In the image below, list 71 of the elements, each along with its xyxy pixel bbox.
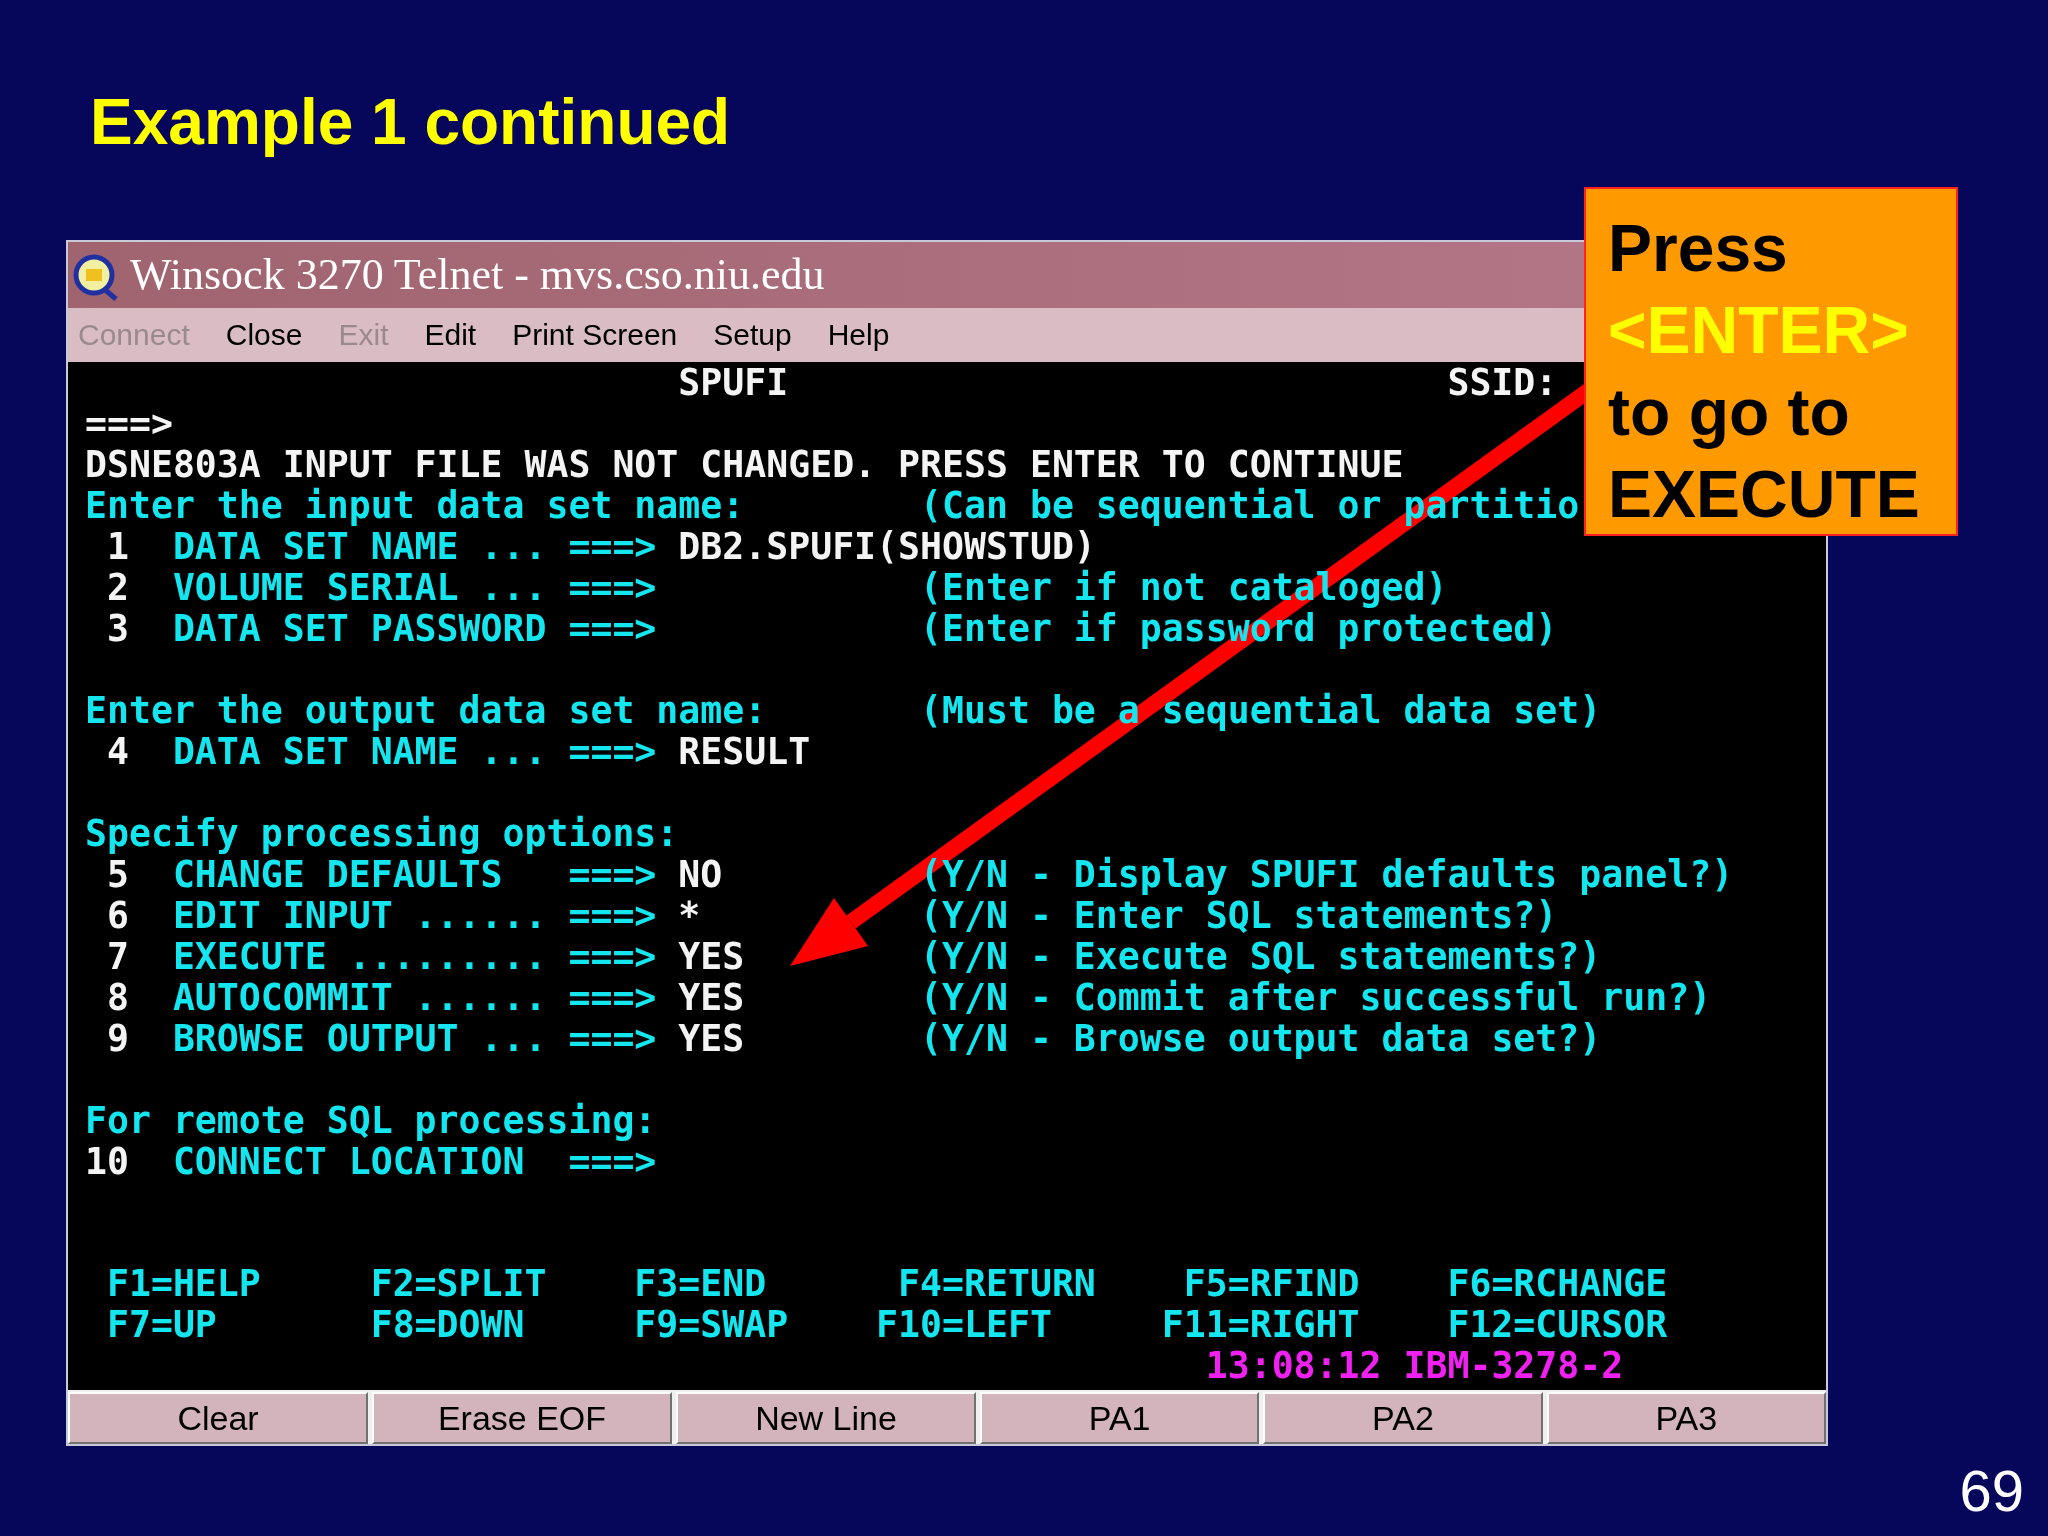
screen-text: 1 xyxy=(106,526,129,567)
field-label: DATA SET NAME ... ===> xyxy=(172,526,657,567)
screen-text: 7 xyxy=(106,936,129,977)
callout-text: EXECUTE xyxy=(1608,456,1921,533)
window-title: Winsock 3270 Telnet - mvs.cso.niu.edu xyxy=(130,250,825,300)
field-label: F10=LEFT xyxy=(876,1304,1052,1345)
key-button[interactable]: PA1 xyxy=(980,1392,1260,1444)
field-label: Enter the input data set name: xyxy=(85,485,745,526)
field-label: F11=RIGHT xyxy=(1161,1304,1360,1345)
field-label: AUTOCOMMIT ...... ===> xyxy=(172,977,657,1018)
screen-text: ===> xyxy=(85,403,173,444)
field-label: (Y/N - Commit after successful run?) xyxy=(920,977,1712,1018)
screen-text: 4 xyxy=(106,731,129,772)
menu-item[interactable]: Edit xyxy=(424,318,477,352)
menu-item[interactable]: Help xyxy=(827,318,890,352)
field-label: F5=RFIND xyxy=(1183,1263,1360,1304)
field-label: Enter the output data set name: xyxy=(85,690,767,731)
field-label: CONNECT LOCATION ===> xyxy=(172,1141,657,1182)
screen-text: 10 xyxy=(85,1141,129,1182)
key-button[interactable]: PA3 xyxy=(1546,1392,1826,1444)
screen-text: RESULT xyxy=(678,731,811,772)
key-button[interactable]: Clear xyxy=(68,1392,368,1444)
field-label: F2=SPLIT xyxy=(370,1263,547,1304)
screen-text: 6 xyxy=(106,895,129,936)
field-label: CHANGE DEFAULTS ===> xyxy=(172,854,657,895)
field-label: F7=UP xyxy=(106,1304,217,1345)
menu-item[interactable]: Print Screen xyxy=(512,318,678,352)
field-label: EDIT INPUT ...... ===> xyxy=(172,895,657,936)
field-label: F6=RCHANGE xyxy=(1447,1263,1668,1304)
key-button[interactable]: PA2 xyxy=(1263,1392,1543,1444)
field-label: BROWSE OUTPUT ... ===> xyxy=(172,1018,657,1059)
key-button[interactable]: New Line xyxy=(676,1392,976,1444)
screen-text: YES xyxy=(678,977,745,1018)
screen-text: SSID: xyxy=(1447,362,1558,403)
screen-text: DB2.SPUFI(SHOWSTUD) xyxy=(678,526,1096,567)
field-label: F1=HELP xyxy=(106,1263,261,1304)
menu-item[interactable]: Close xyxy=(225,318,303,352)
field-label: (Y/N - Enter SQL statements?) xyxy=(920,895,1558,936)
screen-text: NO xyxy=(678,854,723,895)
page-number: 69 xyxy=(1959,1458,2024,1524)
field-label: F4=RETURN xyxy=(898,1263,1096,1304)
field-label: EXECUTE ......... ===> xyxy=(172,936,657,977)
key-button[interactable]: Erase EOF xyxy=(372,1392,672,1444)
field-label: For remote SQL processing: xyxy=(85,1100,657,1141)
field-label: F9=SWAP xyxy=(634,1304,789,1345)
slide-title: Example 1 continued xyxy=(90,85,731,160)
screen-text: 2 xyxy=(106,567,129,608)
field-label: F8=DOWN xyxy=(370,1304,525,1345)
screen-text: YES xyxy=(678,1018,745,1059)
field-label: DATA SET NAME ... ===> xyxy=(172,731,657,772)
screen-text: YES xyxy=(678,936,745,977)
status-text: 13:08:12 IBM-3278-2 xyxy=(1205,1345,1624,1386)
menu-item[interactable]: Setup xyxy=(713,318,792,352)
field-label: (Y/N - Browse output data set?) xyxy=(920,1018,1602,1059)
screen-text: 8 xyxy=(106,977,129,1018)
screen-text: DSNE803A INPUT FILE WAS NOT CHANGED. PRESS ENTER TO CONTINUE xyxy=(85,444,1404,485)
screen-text: 5 xyxy=(106,854,129,895)
screen-text: SPUFI xyxy=(678,362,789,403)
field-label: (Y/N - Display SPUFI defaults panel?) xyxy=(920,854,1734,895)
callout-text: <ENTER> xyxy=(1608,292,1910,369)
field-label: DATA SET PASSWORD ===> xyxy=(172,608,657,649)
callout-text: to go to xyxy=(1608,374,1851,451)
callout-text: Press xyxy=(1608,210,1789,287)
field-label: F12=CURSOR xyxy=(1447,1304,1668,1345)
field-label: (Y/N - Execute SQL statements?) xyxy=(920,936,1602,977)
field-label: Specify processing options: xyxy=(85,813,679,854)
screen-text: 3 xyxy=(106,608,129,649)
field-label: VOLUME SERIAL ... ===> xyxy=(172,567,657,608)
screen-text: * xyxy=(678,895,701,936)
field-label: F3=END xyxy=(634,1263,767,1304)
screen-text: 9 xyxy=(106,1018,129,1059)
